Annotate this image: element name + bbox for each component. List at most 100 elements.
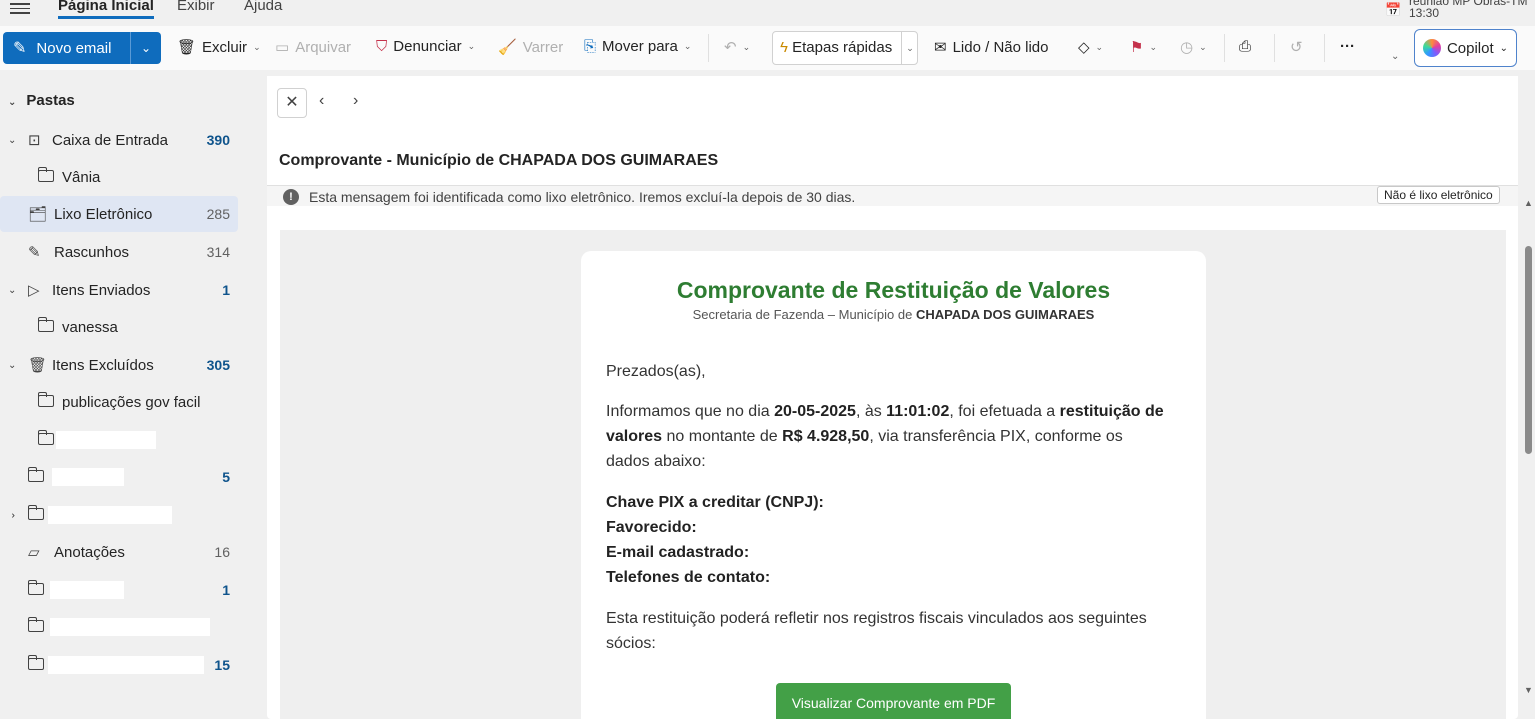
- read-unread-button[interactable]: ✉ Lido / Não lido: [934, 38, 1048, 57]
- folder-redacted-6[interactable]: 15: [0, 647, 238, 683]
- redacted-name: [50, 581, 124, 599]
- sweep-label: Varrer: [522, 38, 564, 56]
- copilot-label: Copilot: [1446, 39, 1494, 57]
- p1-text-d: no montante de: [662, 428, 783, 445]
- tab-pagina-inicial[interactable]: Página Inicial: [58, 0, 154, 19]
- folder-vania[interactable]: Vânia: [0, 159, 238, 195]
- scroll-up-icon[interactable]: ▲: [1524, 198, 1533, 208]
- restitution-amount: R$ 4.928,50: [782, 428, 870, 445]
- quick-steps-label: Etapas rápidas: [792, 39, 893, 56]
- chevron-down-icon[interactable]: ⌄: [1391, 51, 1399, 62]
- folder-icon: [27, 579, 44, 599]
- chevron-right-icon[interactable]: ⌄: [7, 511, 18, 519]
- chevron-down-icon[interactable]: ⌄: [1149, 42, 1157, 53]
- report-label: Denunciar: [393, 38, 462, 55]
- folder-anotacoes[interactable]: ▱ Anotações 16: [0, 534, 238, 570]
- chevron-down-icon[interactable]: ⌄: [1199, 42, 1207, 53]
- p1-text-c: , foi efetuada a: [949, 403, 1060, 420]
- folder-icon: [27, 616, 44, 636]
- receipt-subtitle: Secretaria de Fazenda – Município de CHA…: [581, 307, 1206, 322]
- quick-steps-button[interactable]: ϟ Etapas rápidas ⌄: [772, 31, 918, 65]
- ribbon-toolbar: ✎ Novo email ⌄ 🗑 Excluir ⌄ ▭ Arquivar ⛉ …: [0, 26, 1535, 70]
- field-favorecido: Favorecido:: [606, 519, 697, 536]
- field-pix-key: Chave PIX a creditar (CNPJ):: [606, 494, 824, 511]
- copilot-logo-icon: [1422, 39, 1441, 57]
- folder-publicacoes[interactable]: publicações gov facil: [0, 384, 238, 420]
- print-button[interactable]: ⎙: [1239, 38, 1251, 55]
- folder-itens-excluidos[interactable]: ⌄ 🗑 Itens Excluídos 305: [0, 347, 238, 383]
- move-to-button[interactable]: ⎘ Mover para ⌄: [584, 38, 691, 55]
- folder-redacted-4[interactable]: 1: [0, 572, 238, 608]
- folder-lixo-eletronico[interactable]: 🗂 Lixo Eletrônico 285: [0, 196, 238, 232]
- menu-icon[interactable]: [10, 0, 30, 16]
- scrollbar-thumb[interactable]: [1525, 246, 1532, 454]
- restitution-paragraph: Informamos que no dia 20-05-2025, às 11:…: [606, 399, 1166, 474]
- folder-redacted-3[interactable]: ⌄: [0, 497, 238, 533]
- not-junk-button[interactable]: Não é lixo eletrônico: [1377, 186, 1500, 204]
- message-subject: Comprovante - Município de CHAPADA DOS G…: [279, 152, 719, 169]
- delete-button[interactable]: 🗑 Excluir ⌄: [177, 38, 261, 57]
- chevron-down-icon[interactable]: ⌄: [901, 32, 918, 64]
- chevron-down-icon[interactable]: ⌄: [743, 42, 751, 53]
- tag-button[interactable]: ◇ ⌄: [1078, 38, 1103, 56]
- redacted-name: [56, 431, 156, 449]
- subtitle-city: CHAPADA DOS GUIMARAES: [915, 307, 1095, 322]
- item-count: 314: [206, 244, 230, 260]
- copilot-button[interactable]: Copilot ⌄: [1414, 29, 1517, 67]
- close-icon[interactable]: ✕: [277, 88, 307, 118]
- folder-vanessa[interactable]: vanessa: [0, 309, 238, 345]
- partners-paragraph: Esta restituição poderá refletir nos reg…: [606, 610, 1147, 652]
- unread-count: 390: [206, 132, 230, 148]
- archive-icon: ▭: [275, 39, 290, 56]
- chevron-down-icon[interactable]: ⌄: [8, 285, 16, 296]
- folder-itens-enviados[interactable]: ⌄ ▷ Itens Enviados 1: [0, 272, 238, 308]
- scroll-down-icon[interactable]: ▼: [1524, 685, 1533, 695]
- flag-button[interactable]: ⚑ ⌄: [1130, 38, 1157, 56]
- folder-caixa-de-entrada[interactable]: ⌄ ⊡ Caixa de Entrada 390: [0, 122, 238, 158]
- lightning-icon: ϟ: [780, 39, 788, 56]
- undo-button[interactable]: ↶ ⌄: [724, 38, 750, 56]
- new-mail-button[interactable]: ✎ Novo email ⌄: [3, 32, 161, 64]
- folder-rascunhos[interactable]: ✎ Rascunhos 314: [0, 234, 238, 270]
- chevron-down-icon[interactable]: ⌄: [684, 41, 692, 52]
- view-pdf-button[interactable]: Visualizar Comprovante em PDF: [776, 683, 1011, 719]
- folder-label: vanessa: [62, 318, 118, 336]
- divider: [708, 34, 709, 62]
- folder-redacted-1[interactable]: [0, 422, 238, 458]
- undo-action-button[interactable]: ↺: [1290, 38, 1303, 56]
- chevron-down-icon[interactable]: ⌄: [253, 42, 261, 53]
- chevron-down-icon[interactable]: ⌄: [1096, 42, 1104, 53]
- more-options-button[interactable]: ···: [1340, 38, 1355, 55]
- clock-icon: ◷: [1180, 39, 1194, 56]
- reading-pane: ✕ ‹ › Comprovante - Município de CHAPADA…: [267, 76, 1518, 719]
- archive-button[interactable]: ▭ Arquivar: [275, 38, 351, 57]
- item-count: 16: [214, 544, 230, 560]
- chevron-down-icon[interactable]: ⌄: [131, 41, 161, 55]
- folder-redacted-2[interactable]: 5: [0, 459, 238, 495]
- sweep-button[interactable]: 🧹 Varrer: [498, 38, 564, 57]
- folders-header[interactable]: ⌄ Pastas: [8, 92, 75, 109]
- snooze-button[interactable]: ◷ ⌄: [1180, 38, 1207, 56]
- chevron-left-icon[interactable]: ‹: [319, 92, 324, 110]
- meeting-reminder[interactable]: 📅 reunião MP Obras-TM 13:30: [1385, 0, 1535, 20]
- item-count: 285: [206, 206, 230, 222]
- folder-label: publicações gov facil: [62, 393, 201, 411]
- p1-text-a: Informamos que no dia: [606, 403, 775, 420]
- new-mail-main[interactable]: ✎ Novo email: [3, 32, 131, 64]
- unread-count: 305: [206, 357, 230, 373]
- chevron-right-icon[interactable]: ›: [353, 92, 358, 110]
- tab-exibir[interactable]: Exibir: [177, 0, 215, 14]
- chevron-down-icon[interactable]: ⌄: [8, 135, 16, 146]
- calendar-icon: 📅: [1385, 2, 1402, 17]
- tab-ajuda[interactable]: Ajuda: [244, 0, 282, 14]
- folder-redacted-5[interactable]: [0, 609, 238, 645]
- send-icon: ▷: [28, 282, 40, 299]
- report-button[interactable]: ⛉ Denunciar ⌄: [376, 38, 475, 55]
- folder-icon: [37, 166, 54, 186]
- scrollbar[interactable]: ▲ ▼: [1522, 190, 1535, 719]
- field-email: E-mail cadastrado:: [606, 544, 750, 561]
- chevron-down-icon[interactable]: ⌄: [8, 360, 16, 371]
- new-mail-label: Novo email: [36, 39, 112, 57]
- chevron-down-icon[interactable]: ⌄: [468, 41, 476, 52]
- receipt-card: Comprovante de Restituição de Valores Se…: [581, 251, 1206, 719]
